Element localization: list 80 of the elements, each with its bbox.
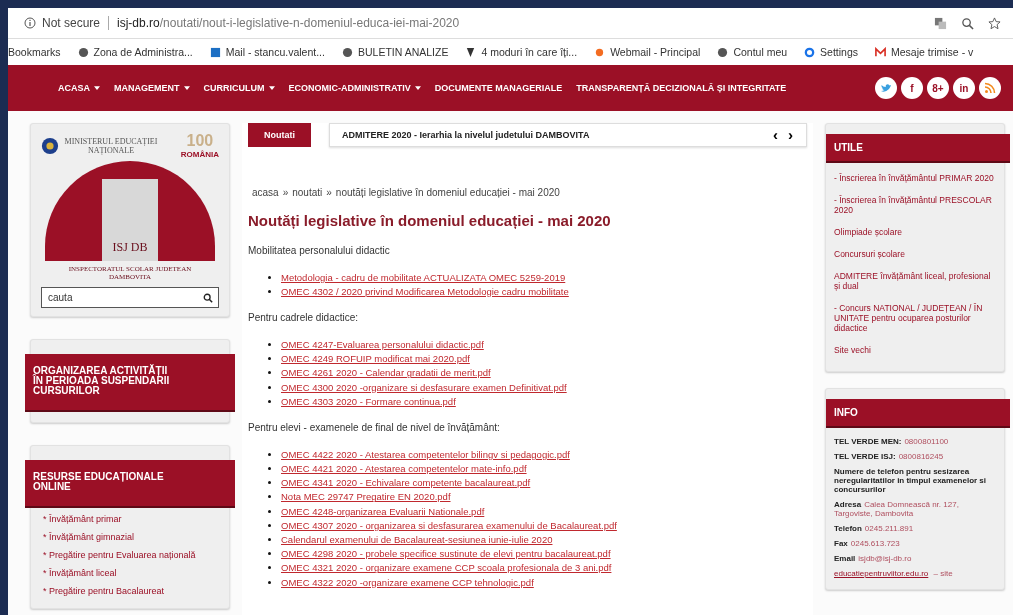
document-link[interactable]: OMEC 4300 2020 -organizare si desfasurare examen Definitivat.pdf bbox=[281, 381, 567, 393]
info-line: Email isjdb@isj-db.ro bbox=[833, 553, 913, 565]
useful-link[interactable]: - Înscrierea în învățământul PRIMAR 2020 bbox=[826, 169, 1004, 191]
resource-link[interactable]: * Pregătire pentru Evaluarea națională bbox=[31, 542, 229, 560]
nav-menu-item[interactable]: ECONOMIC-ADMINISTRATIV bbox=[288, 83, 421, 93]
document-link[interactable]: OMEC 4298 2020 - probele specifice sustinute de elevi pentru bacalaureat.pdf bbox=[281, 548, 611, 560]
resource-link[interactable]: * Învățământ gimnazial bbox=[31, 524, 229, 542]
bookmark-item[interactable]: Mail - stancu.valent... bbox=[209, 46, 325, 58]
centenary-number: 100 bbox=[186, 132, 214, 150]
logo-acronym: ISJ DB bbox=[112, 240, 148, 255]
document-link[interactable]: OMEC 4249 ROFUIP modificat mai 2020.pdf bbox=[281, 353, 470, 365]
nav-menu-item[interactable]: MANAGEMENT bbox=[114, 83, 190, 93]
panel-heading: ORGANIZAREA ACTIVITĂȚII ÎN PERIOADA SUSPENDARII CURSURILOR bbox=[25, 354, 235, 410]
nav-menu-item[interactable]: ACASA bbox=[58, 83, 100, 93]
useful-link[interactable]: - Concurs NATIONAL / JUDEȚEAN / ÎN UNITATE pentru ocuparea posturilor didactice bbox=[826, 299, 1004, 341]
resource-link[interactable]: * Pregătire pentru Bacalaureat bbox=[31, 578, 229, 596]
document-link[interactable]: OMEC 4303 2020 - Formare continua.pdf bbox=[281, 395, 456, 407]
panel-heading: INFO bbox=[826, 399, 1010, 426]
bookmark-item[interactable]: Contul meu bbox=[717, 46, 788, 58]
nav-menu-item[interactable]: DOCUMENTE MANAGERIALE bbox=[434, 83, 563, 93]
bookmark-item[interactable]: Settings bbox=[804, 46, 859, 58]
useful-link[interactable]: ADMITERE învățământ liceal, profesional și dual bbox=[826, 267, 1004, 299]
breadcrumb-link[interactable]: acasa bbox=[252, 187, 279, 198]
panel-heading: RESURSE EDUCAȚIONALE ONLINE bbox=[25, 460, 235, 506]
info-line: Adresa Calea Domnească nr. 127, Targoviste, Dambovita bbox=[833, 499, 960, 520]
useful-link[interactable]: Site vechi bbox=[826, 341, 1004, 363]
bookmark-item[interactable]: Webmail - Principal bbox=[594, 46, 701, 58]
document-link[interactable]: OMEC 4321 2020 - organizare examene CCP scoala profesionala de 3 ani.pdf bbox=[281, 562, 612, 574]
document-link[interactable]: OMEC 4322 2020 -organizare examene CCP tehnologic.pdf bbox=[281, 576, 534, 588]
nav-menu-item[interactable]: CURRICULUM bbox=[203, 83, 275, 93]
document-link[interactable]: Nota MEC 29747 Pregatire EN 2020.pdf bbox=[281, 491, 451, 503]
document-link[interactable]: OMEC 4248-organizarea Evaluarii Nationale.pdf bbox=[281, 505, 485, 517]
info-line: TEL VERDE ISJ: 0800816245 bbox=[833, 451, 945, 463]
bookmark-item[interactable]: 4 moduri în care îți... bbox=[465, 46, 578, 58]
info-line: Telefon 0245.211.891 bbox=[833, 523, 915, 535]
document-link[interactable]: OMEC 4261 2020 - Calendar gradatii de merit.pdf bbox=[281, 367, 491, 379]
document-link[interactable]: OMEC 4422 2020 - Atestarea competentelor bilingv si pedagogic.pdf bbox=[281, 448, 570, 460]
page-title: Noutăți legislative în domeniul educației - mai 2020 bbox=[248, 212, 612, 229]
next-button[interactable]: › bbox=[783, 128, 798, 142]
bookmark-item[interactable]: BULETIN ANALIZE bbox=[341, 46, 449, 58]
facebook-button[interactable]: f bbox=[901, 77, 923, 99]
document-link[interactable]: OMEC 4341 2020 - Echivalare competente bacalaureat.pdf bbox=[281, 477, 531, 489]
panel-heading: UTILE bbox=[826, 134, 1010, 161]
security-indicator[interactable]: Not secure bbox=[24, 16, 101, 30]
linkedin-button[interactable]: in bbox=[953, 77, 975, 99]
document-link[interactable]: OMEC 4421 2020 - Atestarea competentelor mate-info.pdf bbox=[281, 463, 527, 475]
ministry-name: MINISTERUL EDUCAȚIEI NAȚIONALE bbox=[63, 136, 159, 155]
nav-menu-item[interactable]: TRANSPARENȚĂ DECIZIONALĂ ȘI INTEGRITATE bbox=[576, 83, 787, 93]
breadcrumb-separator: » bbox=[326, 187, 332, 198]
section-heading: Pentru elevi - examenele de final de nivel de învățământ: bbox=[248, 422, 501, 434]
document-link[interactable]: OMEC 4307 2020 - organizarea si desfasurarea examenului de Bacalaureat.pdf bbox=[281, 519, 617, 531]
section-heading: Mobilitatea personalului didactic bbox=[248, 245, 391, 256]
breadcrumb-separator: » bbox=[282, 187, 289, 198]
resource-link[interactable]: * Învățământ liceal bbox=[31, 560, 229, 578]
resource-link[interactable]: * Învățământ primar bbox=[31, 506, 229, 524]
news-label: Noutati bbox=[248, 123, 311, 147]
info-line: Numere de telefon pentru sesizarea neregularitatilor in timpul examenelor si concursurilor bbox=[833, 466, 988, 496]
bookmarks-label[interactable]: Bookmarks bbox=[8, 46, 61, 58]
breadcrumb-link[interactable]: noutati bbox=[292, 187, 323, 198]
document-link[interactable]: OMEC 4302 / 2020 privind Modificarea Metodologie cadru mobilitate bbox=[281, 285, 569, 297]
breadcrumb-link[interactable]: noutăți legislative în domeniul educației - mai 2020 bbox=[335, 187, 560, 198]
info-line: TEL VERDE MEN: 0800801100 bbox=[833, 436, 950, 448]
useful-link[interactable]: Olimpiade școlare bbox=[826, 223, 1004, 245]
bookmark-item[interactable]: Mesaje trimise - v bbox=[875, 46, 974, 58]
document-link[interactable]: Metodologia - cadru de mobilitate ACTUALIZATA OMEC 5259-2019 bbox=[281, 271, 566, 283]
country-label: ROMÂNIA bbox=[180, 150, 219, 159]
document-link[interactable]: OMEC 4247-Evaluarea personalului didactic.pdf bbox=[281, 338, 484, 350]
search-field[interactable]: cauta bbox=[41, 287, 219, 308]
bookmark-item[interactable]: Zona de Administra... bbox=[77, 46, 193, 58]
googleplus-button[interactable]: 8+ bbox=[927, 77, 949, 99]
useful-link[interactable]: - Înscrierea în învățământul PRESCOLAR 2020 bbox=[826, 191, 1004, 223]
previous-button[interactable]: ‹ bbox=[768, 128, 783, 142]
address-field[interactable]: isj-db.ro/noutati/nout-i-legislative-n-domeniul-educa-iei-mai-2020 bbox=[117, 16, 460, 30]
site-caption: – site bbox=[933, 569, 953, 578]
info-line: Fax 0245.613.723 bbox=[833, 538, 901, 550]
section-heading: Pentru cadrele didactice: bbox=[248, 312, 360, 324]
document-link[interactable]: Calendarul examenului de Bacalaureat-sesiunea iunie-iulie 2020 bbox=[281, 534, 553, 546]
news-headline[interactable]: ADMITERE 2020 - Ierarhia la nivelul judetului DAMBOVITA bbox=[342, 130, 590, 140]
site-link[interactable]: educatiepentruviitor.edu.ro bbox=[834, 569, 929, 578]
useful-link[interactable]: Concursuri școlare bbox=[826, 245, 1004, 267]
